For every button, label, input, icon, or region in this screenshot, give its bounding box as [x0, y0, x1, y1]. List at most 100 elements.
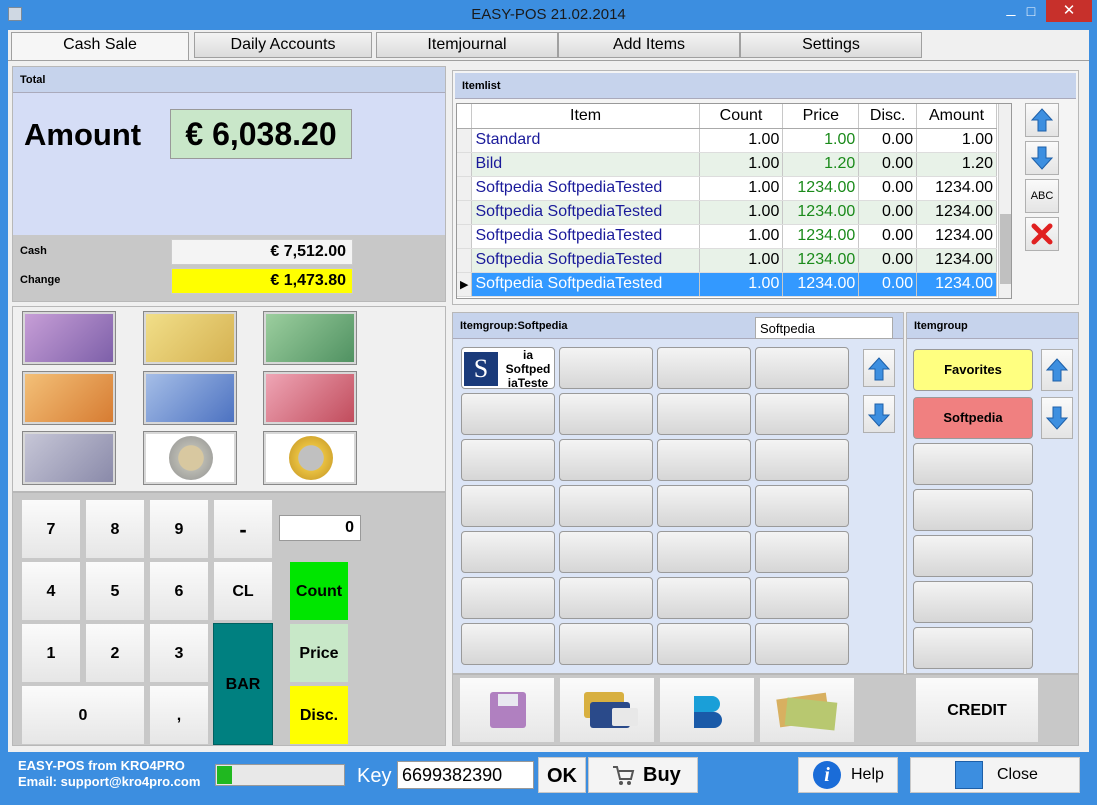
item-button[interactable]	[755, 531, 849, 573]
key-clear[interactable]: CL	[213, 561, 273, 621]
maximize-button[interactable]: □	[1016, 0, 1046, 22]
b-payment-button[interactable]	[659, 677, 755, 743]
item-button[interactable]	[461, 577, 555, 619]
key-3[interactable]: 3	[149, 623, 209, 683]
item-button[interactable]	[755, 577, 849, 619]
items-down-button[interactable]	[863, 395, 895, 433]
item-button[interactable]	[657, 393, 751, 435]
key-8[interactable]: 8	[85, 499, 145, 559]
col-item[interactable]: Item	[471, 104, 700, 129]
key-comma[interactable]: ,	[149, 685, 209, 745]
groups-up-button[interactable]	[1041, 349, 1073, 391]
col-price[interactable]: Price	[782, 104, 860, 129]
key-1[interactable]: 1	[21, 623, 81, 683]
item-button[interactable]	[755, 439, 849, 481]
item-button[interactable]	[559, 577, 653, 619]
key-minus[interactable]: -	[213, 499, 273, 559]
list-up-button[interactable]	[1025, 103, 1059, 137]
table-row[interactable]: Standard 1.00 1.00 0.00 1.00	[457, 128, 997, 153]
item-softpedia-button[interactable]: Sia Softped iaTeste	[461, 347, 555, 390]
item-button[interactable]	[755, 347, 849, 389]
count-button[interactable]: Count	[289, 561, 349, 621]
item-button[interactable]	[657, 531, 751, 573]
tab-add-items[interactable]: Add Items	[558, 32, 740, 58]
buy-button[interactable]: Buy	[588, 757, 698, 793]
item-button[interactable]	[559, 393, 653, 435]
item-button[interactable]	[559, 531, 653, 573]
items-up-button[interactable]	[863, 349, 895, 387]
table-row[interactable]: ▶ Softpedia SoftpediaTested 1.00 1234.00 0.0…	[457, 272, 997, 297]
save-payment-button[interactable]	[459, 677, 555, 743]
table-row[interactable]: Softpedia SoftpediaTested 1.00 1234.00 0.00…	[457, 200, 997, 225]
group-favorites-button[interactable]: Favorites	[913, 349, 1033, 391]
item-button[interactable]	[755, 393, 849, 435]
close-window-button[interactable]: ✕	[1046, 0, 1092, 22]
key-4[interactable]: 4	[21, 561, 81, 621]
banknote-200[interactable]	[143, 311, 237, 365]
abc-button[interactable]: ABC	[1025, 179, 1059, 213]
table-row[interactable]: Bild 1.00 1.20 0.00 1.20	[457, 152, 997, 177]
itemlist-scrollbar[interactable]	[998, 104, 1011, 298]
banknote-50[interactable]	[22, 371, 116, 425]
item-button[interactable]	[559, 623, 653, 665]
close-button[interactable]: Close	[910, 757, 1080, 793]
bar-button[interactable]: BAR	[213, 623, 273, 745]
item-button[interactable]	[755, 623, 849, 665]
groups-down-button[interactable]	[1041, 397, 1073, 439]
item-button[interactable]	[461, 393, 555, 435]
col-count[interactable]: Count	[699, 104, 784, 129]
item-button[interactable]	[657, 577, 751, 619]
banknote-20[interactable]	[143, 371, 237, 425]
item-button[interactable]	[461, 531, 555, 573]
key-2[interactable]: 2	[85, 623, 145, 683]
item-button[interactable]	[559, 439, 653, 481]
item-button[interactable]	[755, 485, 849, 527]
ok-button[interactable]: OK	[538, 757, 586, 793]
item-button[interactable]	[657, 623, 751, 665]
license-key-input[interactable]	[397, 761, 534, 789]
delete-item-button[interactable]	[1025, 217, 1059, 251]
tab-settings[interactable]: Settings	[740, 32, 922, 58]
coin-1[interactable]	[263, 431, 357, 485]
list-down-button[interactable]	[1025, 141, 1059, 175]
item-button[interactable]	[559, 485, 653, 527]
key-7[interactable]: 7	[21, 499, 81, 559]
group-button[interactable]	[913, 581, 1033, 623]
item-button[interactable]	[461, 485, 555, 527]
credit-button[interactable]: CREDIT	[915, 677, 1039, 743]
key-6[interactable]: 6	[149, 561, 209, 621]
col-amount[interactable]: Amount	[916, 104, 997, 129]
group-softpedia-button[interactable]: Softpedia	[913, 397, 1033, 439]
key-5[interactable]: 5	[85, 561, 145, 621]
item-button[interactable]	[657, 485, 751, 527]
help-button[interactable]: i Help	[798, 757, 898, 793]
item-button[interactable]	[657, 347, 751, 389]
tab-cash-sale[interactable]: Cash Sale	[11, 32, 189, 60]
group-button[interactable]	[913, 443, 1033, 485]
col-disc[interactable]: Disc.	[858, 104, 918, 129]
group-button[interactable]	[913, 489, 1033, 531]
price-button[interactable]: Price	[289, 623, 349, 683]
table-row[interactable]: Softpedia SoftpediaTested 1.00 1234.00 0.00…	[457, 224, 997, 249]
group-button[interactable]	[913, 627, 1033, 669]
item-button[interactable]	[461, 623, 555, 665]
banknote-500[interactable]	[22, 311, 116, 365]
key-0[interactable]: 0	[21, 685, 145, 745]
cash-payment-button[interactable]	[759, 677, 855, 743]
tab-daily-accounts[interactable]: Daily Accounts	[194, 32, 372, 58]
banknote-10[interactable]	[263, 371, 357, 425]
table-row[interactable]: Softpedia SoftpediaTested 1.00 1234.00 0.00…	[457, 248, 997, 273]
group-button[interactable]	[913, 535, 1033, 577]
tab-itemjournal[interactable]: Itemjournal	[376, 32, 558, 58]
item-button[interactable]	[559, 347, 653, 389]
key-9[interactable]: 9	[149, 499, 209, 559]
coin-2[interactable]	[143, 431, 237, 485]
itemgroup-filter-input[interactable]	[755, 317, 893, 339]
disc-button[interactable]: Disc.	[289, 685, 349, 745]
item-button[interactable]	[461, 439, 555, 481]
scrollbar-thumb[interactable]	[1000, 214, 1011, 284]
banknote-5[interactable]	[22, 431, 116, 485]
banknote-100[interactable]	[263, 311, 357, 365]
card-payment-button[interactable]	[559, 677, 655, 743]
item-button[interactable]	[657, 439, 751, 481]
